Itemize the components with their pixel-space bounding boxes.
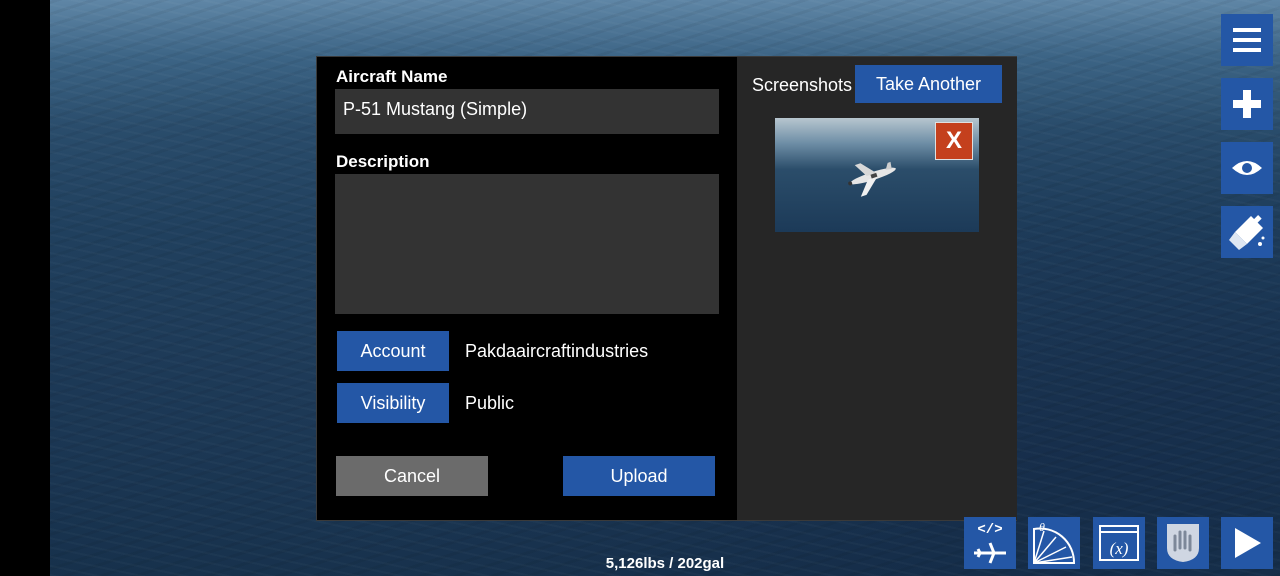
upload-button[interactable]: Upload bbox=[563, 456, 715, 496]
description-textarea[interactable] bbox=[335, 174, 719, 314]
left-black-bar bbox=[0, 0, 50, 576]
menu-icon bbox=[1233, 28, 1261, 52]
airplane-code-icon: </> bbox=[974, 522, 1006, 564]
paint-button[interactable] bbox=[1221, 206, 1273, 258]
account-button[interactable]: Account bbox=[337, 331, 449, 371]
eye-icon bbox=[1232, 161, 1262, 175]
hand-icon bbox=[1167, 524, 1199, 562]
variables-icon: (x) bbox=[1099, 525, 1139, 561]
take-another-button[interactable]: Take Another bbox=[855, 65, 1002, 103]
upload-dialog: Aircraft Name P-51 Mustang (Simple) Desc… bbox=[316, 56, 1017, 521]
plus-icon bbox=[1233, 90, 1261, 118]
cancel-button[interactable]: Cancel bbox=[336, 456, 488, 496]
add-part-button[interactable] bbox=[1221, 78, 1273, 130]
paint-brush-icon bbox=[1229, 215, 1265, 250]
screenshot-thumbnail[interactable]: X bbox=[775, 118, 979, 232]
aircraft-name-input[interactable]: P-51 Mustang (Simple) bbox=[335, 89, 719, 134]
visibility-value: Public bbox=[465, 393, 515, 413]
remove-screenshot-button[interactable]: X bbox=[935, 122, 973, 160]
aircraft-code-button[interactable]: </> bbox=[964, 517, 1016, 569]
launch-button[interactable] bbox=[1221, 517, 1273, 569]
svg-text:</>: </> bbox=[977, 522, 1002, 538]
protractor-button[interactable]: θ bbox=[1028, 517, 1080, 569]
svg-text:θ: θ bbox=[1039, 520, 1045, 534]
svg-text:(x): (x) bbox=[1110, 539, 1129, 558]
view-button[interactable] bbox=[1221, 142, 1273, 194]
hand-tool-button[interactable] bbox=[1157, 517, 1209, 569]
account-value: Pakdaaircraftindustries bbox=[465, 341, 649, 361]
play-icon bbox=[1235, 528, 1261, 558]
description-label: Description bbox=[336, 152, 430, 171]
screenshots-label: Screenshots bbox=[752, 75, 853, 95]
protractor-icon: θ bbox=[1033, 520, 1076, 564]
aircraft-name-label: Aircraft Name bbox=[336, 67, 448, 86]
visibility-button[interactable]: Visibility bbox=[337, 383, 449, 423]
menu-button[interactable] bbox=[1221, 14, 1273, 66]
variables-button[interactable]: (x) bbox=[1093, 517, 1145, 569]
weight-fuel-readout: 5,126lbs / 202gal bbox=[605, 555, 725, 572]
